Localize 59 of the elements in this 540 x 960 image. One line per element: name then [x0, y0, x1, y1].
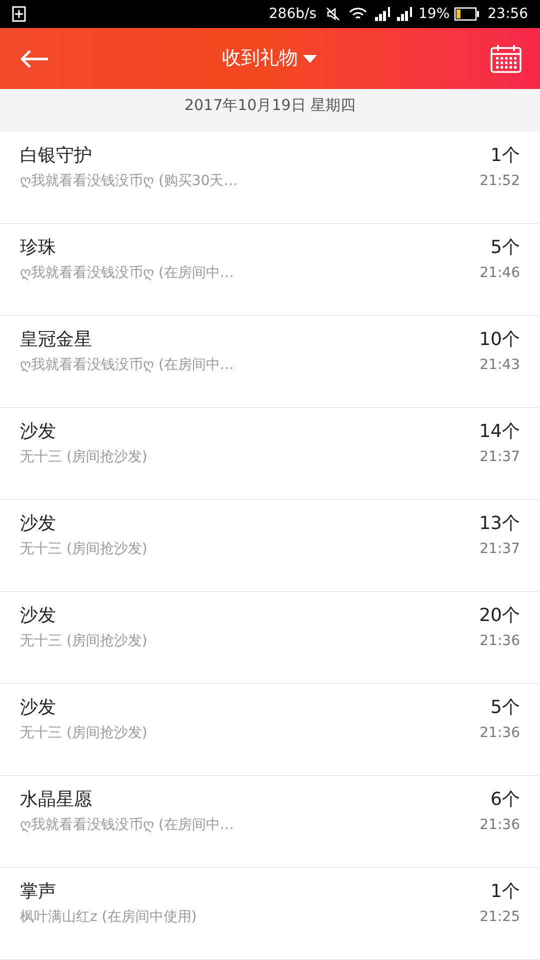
- calendar-icon: [490, 44, 522, 74]
- back-arrow-icon: [19, 48, 49, 69]
- sender-detail: 无十三 (房间抢沙发): [20, 540, 148, 559]
- gift-count: 20个: [479, 604, 520, 628]
- gift-name: 白银守护: [20, 144, 93, 168]
- gift-name: 皇冠金星: [20, 328, 93, 352]
- gift-time: 21:37: [480, 540, 520, 559]
- gift-name: 沙发: [20, 420, 57, 444]
- gift-name: 沙发: [20, 512, 57, 536]
- gift-list-item[interactable]: 掌声 枫叶满山红z (在房间中使用) 1个 21:25: [0, 868, 540, 960]
- battery-percentage: 19%: [418, 4, 450, 24]
- gift-count: 5个: [490, 696, 520, 720]
- gift-name: 掌声: [20, 880, 57, 904]
- gift-time: 21:52: [480, 172, 520, 191]
- gift-list-item[interactable]: 白银守护 ღ我就看看没钱没币ღ (购买30天… 1个 21:52: [0, 132, 540, 224]
- gift-time: 21:37: [480, 448, 520, 467]
- gift-time: 21:43: [480, 356, 520, 375]
- gift-name: 珍珠: [20, 236, 57, 260]
- gift-list-item[interactable]: 珍珠 ღ我就看看没钱没币ღ (在房间中… 5个 21:46: [0, 224, 540, 316]
- network-speed: 286b/s: [268, 4, 317, 24]
- gift-list-item[interactable]: 水晶星愿 ღ我就看看没钱没币ღ (在房间中… 6个 21:36: [0, 776, 540, 868]
- mute-icon: [324, 6, 341, 22]
- gift-count: 5个: [490, 236, 520, 260]
- gift-time: 21:36: [480, 724, 520, 743]
- sender-detail: 无十三 (房间抢沙发): [20, 724, 148, 743]
- gift-time: 21:46: [480, 264, 520, 283]
- clock: 23:56: [488, 4, 528, 24]
- sender-detail: ღ我就看看没钱没币ღ (在房间中…: [20, 356, 234, 375]
- gift-time: 21:36: [480, 632, 520, 651]
- gift-count: 6个: [490, 788, 520, 812]
- date-header: 2017年10月19日 星期四: [184, 95, 356, 116]
- gift-count: 14个: [479, 420, 520, 444]
- sender-detail: ღ我就看看没钱没币ღ (在房间中…: [20, 264, 234, 283]
- signal-icon: [396, 7, 415, 22]
- gift-list-item[interactable]: 沙发 无十三 (房间抢沙发) 5个 21:36: [0, 684, 540, 776]
- gift-time: 21:25: [480, 908, 520, 927]
- gift-count: 1个: [490, 880, 520, 904]
- gift-name: 沙发: [20, 604, 57, 628]
- gift-name: 水晶星愿: [20, 788, 93, 812]
- gift-time: 21:36: [480, 816, 520, 835]
- sender-detail: ღ我就看看没钱没币ღ (在房间中…: [20, 816, 234, 835]
- gift-name: 沙发: [20, 696, 57, 720]
- gift-list-item[interactable]: 皇冠金星 ღ我就看看没钱没币ღ (在房间中… 10个 21:43: [0, 316, 540, 408]
- gift-count: 1个: [490, 144, 520, 168]
- gift-list-item[interactable]: 沙发 无十三 (房间抢沙发) 13个 21:37: [0, 500, 540, 592]
- title-dropdown[interactable]: 收到礼物: [222, 44, 318, 73]
- gift-count: 10个: [479, 328, 520, 352]
- sender-detail: ღ我就看看没钱没币ღ (购买30天…: [20, 172, 238, 191]
- gift-count: 13个: [479, 512, 520, 536]
- gift-list-item[interactable]: 沙发 无十三 (房间抢沙发) 20个 21:36: [0, 592, 540, 684]
- caret-icon: [302, 54, 318, 64]
- sender-detail: 枫叶满山红z (在房间中使用): [20, 908, 197, 927]
- wifi-icon: [348, 7, 367, 22]
- sender-detail: 无十三 (房间抢沙发): [20, 632, 148, 651]
- gift-list-item[interactable]: 沙发 无十三 (房间抢沙发) 14个 21:37: [0, 408, 540, 500]
- battery-icon: [454, 7, 480, 22]
- sender-detail: 无十三 (房间抢沙发): [20, 448, 148, 467]
- sim-card-icon: [12, 6, 26, 22]
- signal-icon: [374, 7, 393, 22]
